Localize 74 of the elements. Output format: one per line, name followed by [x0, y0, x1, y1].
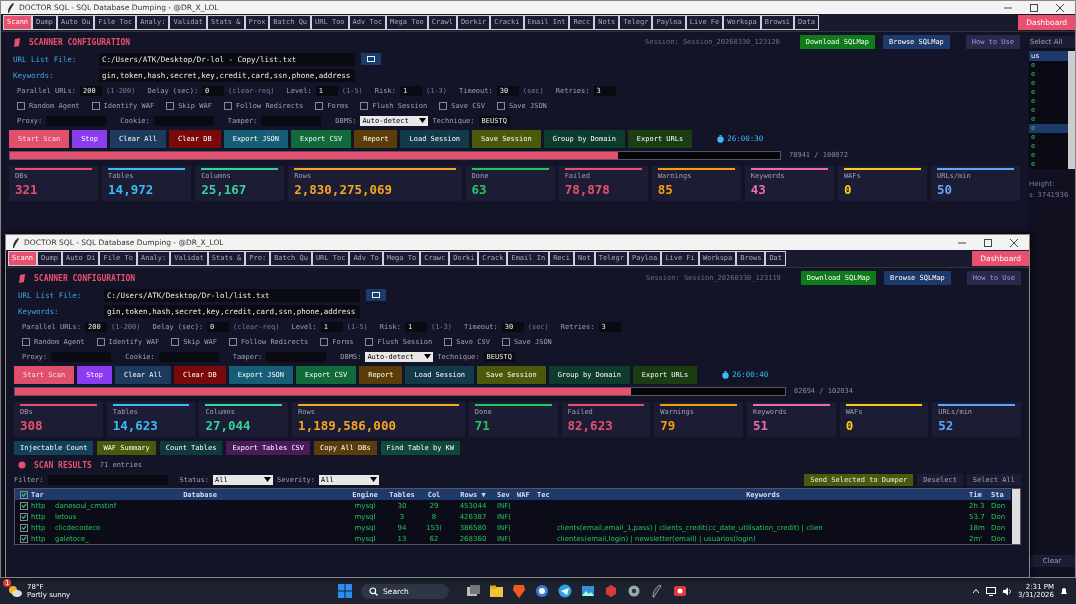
folder-icon: [372, 292, 380, 298]
select-all-checkbox[interactable]: [20, 490, 28, 499]
record-icon: [672, 584, 687, 598]
stat-value: 321: [15, 182, 39, 197]
checkbox[interactable]: [91, 101, 100, 110]
maximize-icon: [1029, 2, 1039, 13]
checkbox[interactable]: [20, 523, 28, 532]
stat-value: 1,189,586,000: [298, 418, 397, 433]
weather-icon: [8, 585, 22, 597]
checkbox[interactable]: [228, 337, 237, 346]
stat-value: 78,878: [564, 182, 611, 197]
section-heading: SCANNER CONFIGURATION: [34, 273, 136, 283]
checkbox[interactable]: [22, 337, 30, 346]
checkbox[interactable]: [171, 337, 180, 346]
browse-button[interactable]: [361, 53, 381, 65]
monitor-icon: [986, 586, 997, 596]
window-stack-icon: [465, 584, 480, 598]
section-heading: SCANNER CONFIGURATION: [29, 37, 131, 47]
stat-value: 308: [20, 418, 44, 433]
checkbox[interactable]: [20, 534, 28, 543]
stat-value: 51: [752, 418, 769, 433]
stat-value: 25,167: [201, 182, 248, 197]
checkbox[interactable]: [20, 501, 28, 510]
speaker-icon: [1002, 586, 1013, 596]
feather-icon: [12, 237, 20, 248]
scrollbar[interactable]: [1012, 489, 1020, 544]
browse-button[interactable]: [366, 289, 386, 301]
stat-value: 52: [938, 418, 955, 433]
stat-value: 14,623: [112, 418, 159, 433]
stat-value: 50: [936, 182, 953, 197]
stat-value: 0: [845, 418, 855, 433]
checkbox[interactable]: [315, 101, 324, 110]
checkbox[interactable]: [444, 337, 453, 346]
stat-value: 63: [471, 182, 488, 197]
caret-icon: [369, 477, 377, 482]
checkbox[interactable]: [223, 101, 232, 110]
feather-icon: [649, 584, 664, 598]
search-icon: [369, 586, 378, 596]
checkbox[interactable]: [320, 337, 329, 346]
paper-plane-icon: [557, 584, 572, 598]
ring-icon: [534, 584, 549, 598]
stopwatch-icon: [722, 370, 730, 379]
stat-value: 27,044: [205, 418, 252, 433]
caret-icon: [419, 118, 427, 123]
checkbox[interactable]: [17, 101, 25, 110]
checkbox[interactable]: [166, 101, 175, 110]
stat-value: 43: [750, 182, 767, 197]
checkbox[interactable]: [439, 101, 448, 110]
stat-value: 85: [657, 182, 674, 197]
folder-icon: [488, 584, 503, 598]
bell-icon: [1060, 586, 1068, 596]
photo-icon: [580, 584, 595, 598]
stat-value: 0: [843, 182, 853, 197]
checkbox[interactable]: [360, 101, 369, 110]
folder-icon: [367, 56, 375, 62]
cube-icon: [603, 584, 618, 598]
stopwatch-icon: [717, 134, 725, 143]
checkbox[interactable]: [96, 337, 105, 346]
stat-value: 82,623: [567, 418, 614, 433]
checkbox[interactable]: [20, 512, 28, 521]
gear-icon: [626, 584, 641, 598]
stat-value: 14,972: [108, 182, 155, 197]
caret-icon: [264, 477, 272, 482]
stat-value: 79: [660, 418, 677, 433]
maximize-icon: [983, 237, 993, 248]
stat-value: 71: [474, 418, 491, 433]
caret-icon: [972, 588, 981, 594]
checkbox[interactable]: [365, 337, 374, 346]
section-heading: SCAN RESULTS: [34, 460, 92, 470]
checkbox[interactable]: [501, 337, 510, 346]
checkbox[interactable]: [496, 101, 505, 110]
stat-value: 2,830,275,069: [294, 182, 394, 197]
windows-icon: [338, 584, 352, 598]
caret-icon: [424, 354, 432, 359]
